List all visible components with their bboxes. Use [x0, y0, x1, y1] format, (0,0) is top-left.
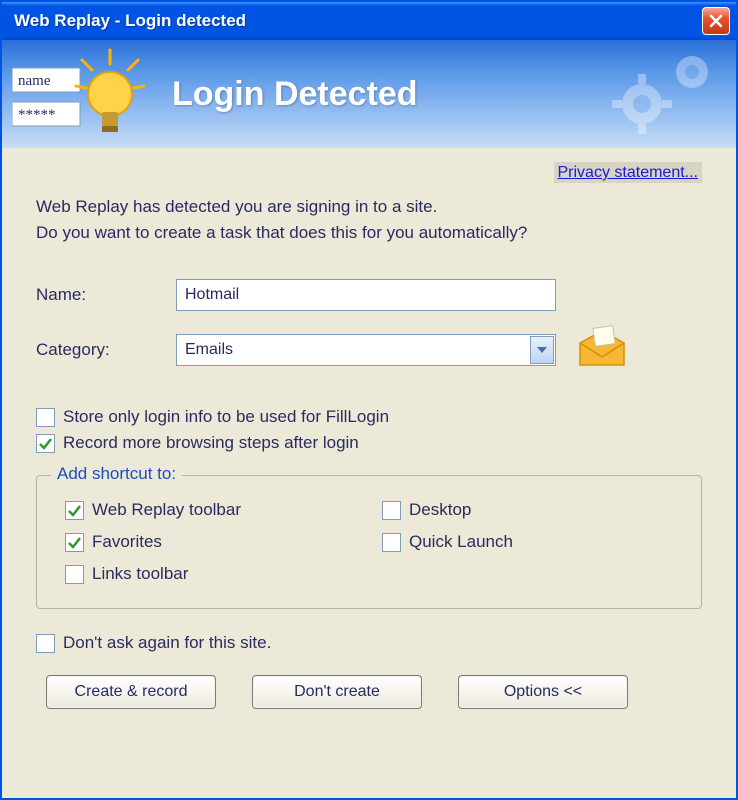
titlebar: Web Replay - Login detected [2, 2, 736, 40]
create-record-button[interactable]: Create & record [46, 675, 216, 709]
dont-create-button[interactable]: Don't create [252, 675, 422, 709]
checkbox-box [382, 533, 401, 552]
name-input[interactable] [176, 279, 556, 311]
close-icon [709, 14, 723, 28]
sample-password-text: ***** [18, 107, 56, 123]
options-button[interactable]: Options << [458, 675, 628, 709]
dropdown-button[interactable] [530, 336, 554, 364]
category-value: Emails [177, 341, 529, 359]
lightbulb-icon [76, 50, 144, 132]
login-illustration: name ***** [12, 46, 162, 148]
message-line2: Do you want to create a task that does t… [36, 223, 527, 242]
checkbox-box [36, 434, 55, 453]
banner-title: Login Detected [172, 75, 418, 114]
name-label: Name: [36, 285, 176, 305]
dont-ask-checkbox[interactable]: Don't ask again for this site. [36, 633, 702, 653]
shortcut-label: Links toolbar [92, 564, 188, 584]
dont-ask-label: Don't ask again for this site. [63, 633, 271, 653]
checkbox-box [65, 533, 84, 552]
shortcut-label: Desktop [409, 500, 471, 520]
shortcut-toolbar-checkbox[interactable]: Web Replay toolbar [65, 500, 362, 520]
store-only-label: Store only login info to be used for Fil… [63, 407, 389, 427]
window-title: Web Replay - Login detected [14, 11, 702, 31]
shortcut-label: Favorites [92, 532, 162, 552]
store-only-checkbox[interactable]: Store only login info to be used for Fil… [36, 407, 702, 427]
shortcut-links-checkbox[interactable]: Links toolbar [65, 564, 362, 584]
envelope-icon [576, 325, 628, 375]
checkbox-box [65, 565, 84, 584]
checkbox-box [36, 634, 55, 653]
checkbox-box [36, 408, 55, 427]
shortcut-favorites-checkbox[interactable]: Favorites [65, 532, 362, 552]
checkbox-box [382, 501, 401, 520]
shortcut-desktop-checkbox[interactable]: Desktop [382, 500, 679, 520]
chevron-down-icon [537, 347, 547, 353]
shortcut-legend: Add shortcut to: [51, 464, 182, 484]
checkbox-box [65, 501, 84, 520]
message-line1: Web Replay has detected you are signing … [36, 197, 437, 216]
shortcut-label: Web Replay toolbar [92, 500, 241, 520]
banner: name ***** [2, 40, 736, 148]
shortcut-label: Quick Launch [409, 532, 513, 552]
content-area: Privacy statement... Web Replay has dete… [2, 148, 736, 719]
record-more-label: Record more browsing steps after login [63, 433, 359, 453]
shortcut-fieldset: Add shortcut to: Web Replay toolbar Desk… [36, 475, 702, 609]
close-button[interactable] [702, 7, 730, 35]
category-select[interactable]: Emails [176, 334, 556, 366]
privacy-statement-link[interactable]: Privacy statement... [554, 162, 703, 183]
gears-decoration [602, 44, 732, 148]
shortcut-quicklaunch-checkbox[interactable]: Quick Launch [382, 532, 679, 552]
sample-name-text: name [18, 73, 51, 89]
category-label: Category: [36, 340, 176, 360]
record-more-checkbox[interactable]: Record more browsing steps after login [36, 433, 702, 453]
message-text: Web Replay has detected you are signing … [36, 194, 702, 245]
dialog-window: Web Replay - Login detected name ***** [0, 0, 738, 800]
